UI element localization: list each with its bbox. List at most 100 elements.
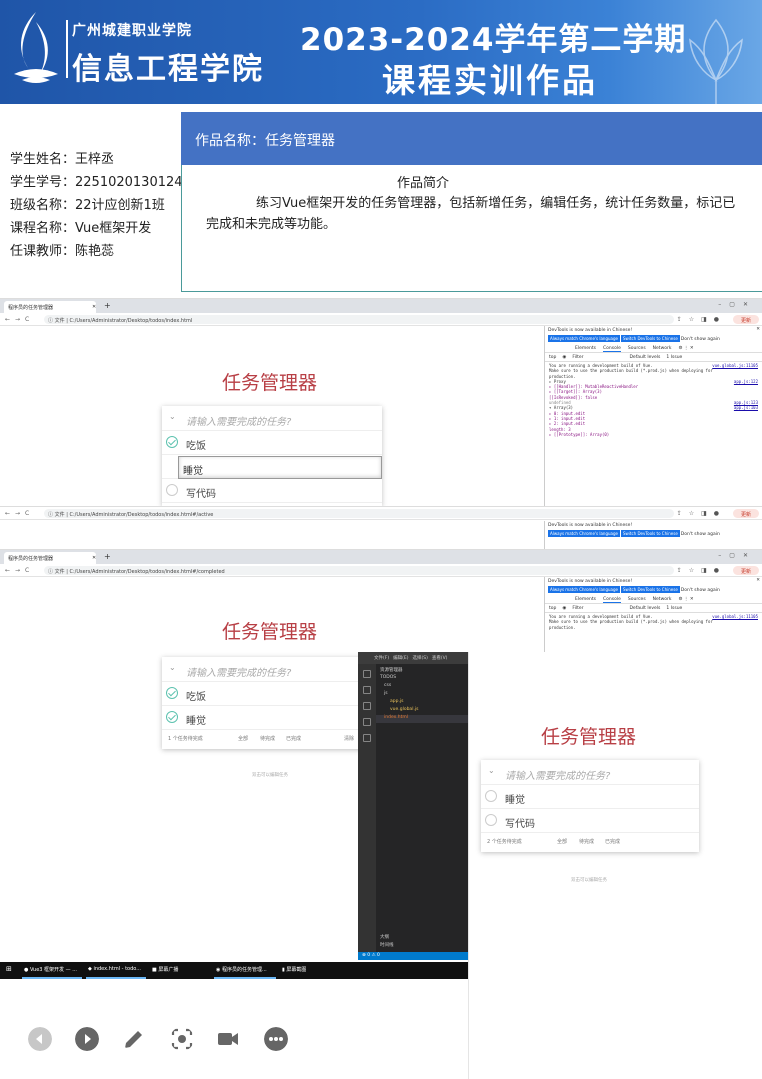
levels-select[interactable]: Default levels bbox=[629, 606, 660, 611]
toggle-all-icon[interactable]: ⌄ bbox=[169, 412, 176, 421]
search-icon[interactable] bbox=[363, 686, 371, 694]
checkbox-checked-icon[interactable] bbox=[166, 687, 178, 699]
issues-badge[interactable]: 1 Issue bbox=[666, 355, 682, 360]
nav-buttons-icon[interactable]: ←→C bbox=[5, 316, 34, 323]
todo-item-editing[interactable]: 睡觉 bbox=[162, 455, 382, 479]
play-circle-icon[interactable] bbox=[75, 1027, 99, 1051]
new-tab-icon[interactable]: + bbox=[104, 301, 111, 310]
switch-language-button[interactable]: Switch DevTools to Chinese bbox=[620, 530, 680, 537]
menu-selection[interactable]: 选择(S) bbox=[412, 656, 427, 661]
tab-console[interactable]: Console bbox=[602, 346, 621, 352]
window-controls[interactable]: –▢✕ bbox=[718, 301, 756, 308]
context-select[interactable]: top bbox=[549, 355, 556, 360]
taskbar-item-vscode[interactable]: ◆ index.html - todo... bbox=[88, 966, 141, 972]
todo-item[interactable]: 吃饭 bbox=[162, 682, 372, 706]
filter-completed[interactable]: 已完成 bbox=[286, 735, 301, 742]
toolbar-icons[interactable]: ⇪☆◨● bbox=[677, 567, 726, 574]
eye-icon[interactable]: ◉ bbox=[562, 355, 566, 360]
new-todo-input[interactable]: ⌄ 请输入需要完成的任务? bbox=[162, 406, 382, 431]
checkbox-checked-icon[interactable] bbox=[166, 436, 178, 448]
edit-input[interactable]: 睡觉 bbox=[178, 456, 382, 479]
tab-sources[interactable]: Sources bbox=[628, 346, 646, 351]
clear-completed-button[interactable]: 清除 bbox=[344, 735, 354, 742]
match-language-button[interactable]: Always match Chrome's language bbox=[548, 335, 620, 342]
switch-language-button[interactable]: Switch DevTools to Chinese bbox=[620, 335, 680, 342]
screenshot-icon[interactable] bbox=[170, 1027, 194, 1051]
levels-select[interactable]: Default levels bbox=[629, 355, 660, 360]
dont-show-button[interactable]: Don't show again bbox=[681, 588, 720, 593]
checkbox-icon[interactable] bbox=[485, 790, 497, 802]
update-button[interactable]: 更新 bbox=[733, 509, 759, 518]
checkbox-icon[interactable] bbox=[485, 814, 497, 826]
menu-edit[interactable]: 编辑(E) bbox=[393, 656, 408, 661]
tree-file-vue[interactable]: vue.global.js bbox=[376, 707, 468, 715]
checkbox-checked-icon[interactable] bbox=[166, 711, 178, 723]
new-todo-input[interactable]: ⌄ 请输入需要完成的任务? bbox=[162, 657, 372, 682]
filter-all[interactable]: 全部 bbox=[557, 838, 567, 845]
tree-folder-js[interactable]: js bbox=[376, 691, 468, 699]
taskbar-item-chrome[interactable]: ◉ 程序员的任务管理... bbox=[216, 966, 267, 973]
switch-language-button[interactable]: Switch DevTools to Chinese bbox=[620, 586, 680, 593]
menu-view[interactable]: 查看(V) bbox=[432, 656, 448, 661]
taskbar-item-screenshot[interactable]: ▮ 屏幕截图 bbox=[282, 966, 306, 973]
source-control-icon[interactable] bbox=[363, 702, 371, 710]
taskbar-item-broadcast[interactable]: ■ 屏幕广播 bbox=[152, 966, 178, 973]
url-box[interactable]: ⓘ 文件 | C:/Users/Administrator/Desktop/to… bbox=[44, 315, 674, 324]
tree-folder-css[interactable]: css bbox=[376, 683, 468, 691]
tab-network[interactable]: Network bbox=[653, 346, 672, 351]
new-todo-input[interactable]: ⌄ 请输入需要完成的任务? bbox=[481, 760, 699, 785]
match-language-button[interactable]: Always match Chrome's language bbox=[548, 586, 620, 593]
issues-badge[interactable]: 1 Issue bbox=[666, 606, 682, 611]
toolbar-icons[interactable]: ⇪☆◨● bbox=[677, 316, 726, 323]
new-tab-icon[interactable]: + bbox=[104, 552, 111, 561]
more-icon[interactable] bbox=[264, 1027, 288, 1051]
filter-all[interactable]: 全部 bbox=[238, 735, 248, 742]
pencil-icon[interactable] bbox=[122, 1027, 146, 1051]
close-tab-icon[interactable]: ✕ bbox=[92, 304, 96, 310]
close-icon[interactable]: ✕ bbox=[756, 327, 760, 332]
browser-tab[interactable]: 程序员的任务管理器 ✕ bbox=[4, 552, 96, 564]
nav-buttons-icon[interactable]: ←→C bbox=[5, 510, 34, 517]
tree-root[interactable]: TODOS bbox=[376, 675, 468, 683]
close-tab-icon[interactable]: ✕ bbox=[92, 555, 96, 561]
back-circle-icon[interactable] bbox=[28, 1027, 52, 1051]
tab-elements[interactable]: Elements bbox=[575, 597, 596, 602]
todo-item[interactable]: 写代码 bbox=[481, 809, 699, 833]
filter-input[interactable]: Filter bbox=[572, 355, 583, 360]
todo-item[interactable]: 写代码 bbox=[162, 479, 382, 503]
toolbar-icons[interactable]: ⇪☆◨● bbox=[677, 510, 726, 517]
gear-icon[interactable]: ⚙ ⋮ ✕ bbox=[678, 597, 693, 602]
dont-show-button[interactable]: Don't show again bbox=[681, 337, 720, 342]
filter-completed[interactable]: 已完成 bbox=[605, 838, 620, 845]
todo-item[interactable]: 睡觉 bbox=[162, 706, 372, 730]
url-box[interactable]: ⓘ 文件 | C:/Users/Administrator/Desktop/to… bbox=[44, 566, 674, 575]
camera-icon[interactable] bbox=[216, 1027, 240, 1051]
gear-icon[interactable]: ⚙ ⋮ ✕ bbox=[678, 346, 693, 351]
toggle-all-icon[interactable]: ⌄ bbox=[169, 663, 176, 672]
eye-icon[interactable]: ◉ bbox=[562, 606, 566, 611]
toggle-all-icon[interactable]: ⌄ bbox=[488, 766, 495, 775]
close-icon[interactable]: ✕ bbox=[756, 578, 760, 583]
menu-file[interactable]: 文件(F) bbox=[374, 656, 389, 661]
extensions-icon[interactable] bbox=[363, 734, 371, 742]
filter-active[interactable]: 待完成 bbox=[579, 838, 594, 845]
debug-icon[interactable] bbox=[363, 718, 371, 726]
tab-elements[interactable]: Elements bbox=[575, 346, 596, 351]
url-box[interactable]: ⓘ 文件 | C:/Users/Administrator/Desktop/to… bbox=[44, 509, 674, 518]
match-language-button[interactable]: Always match Chrome's language bbox=[548, 530, 620, 537]
context-select[interactable]: top bbox=[549, 606, 556, 611]
tab-network[interactable]: Network bbox=[653, 597, 672, 602]
todo-item[interactable]: 吃饭 bbox=[162, 431, 382, 455]
tree-file-index[interactable]: index.html bbox=[376, 715, 468, 723]
window-controls[interactable]: –▢✕ bbox=[718, 552, 756, 559]
outline-section[interactable]: 大纲 bbox=[376, 934, 389, 942]
explorer-icon[interactable] bbox=[363, 670, 371, 678]
update-button[interactable]: 更新 bbox=[733, 315, 759, 324]
filter-active[interactable]: 待完成 bbox=[260, 735, 275, 742]
windows-start-icon[interactable]: ⊞ bbox=[6, 965, 12, 973]
filter-input[interactable]: Filter bbox=[572, 606, 583, 611]
taskbar-item-firefox[interactable]: ● Vue3 框架开发 — ... bbox=[24, 966, 77, 973]
nav-buttons-icon[interactable]: ←→C bbox=[5, 567, 34, 574]
browser-tab[interactable]: 程序员的任务管理器 ✕ bbox=[4, 301, 96, 313]
tab-console[interactable]: Console bbox=[602, 597, 621, 603]
